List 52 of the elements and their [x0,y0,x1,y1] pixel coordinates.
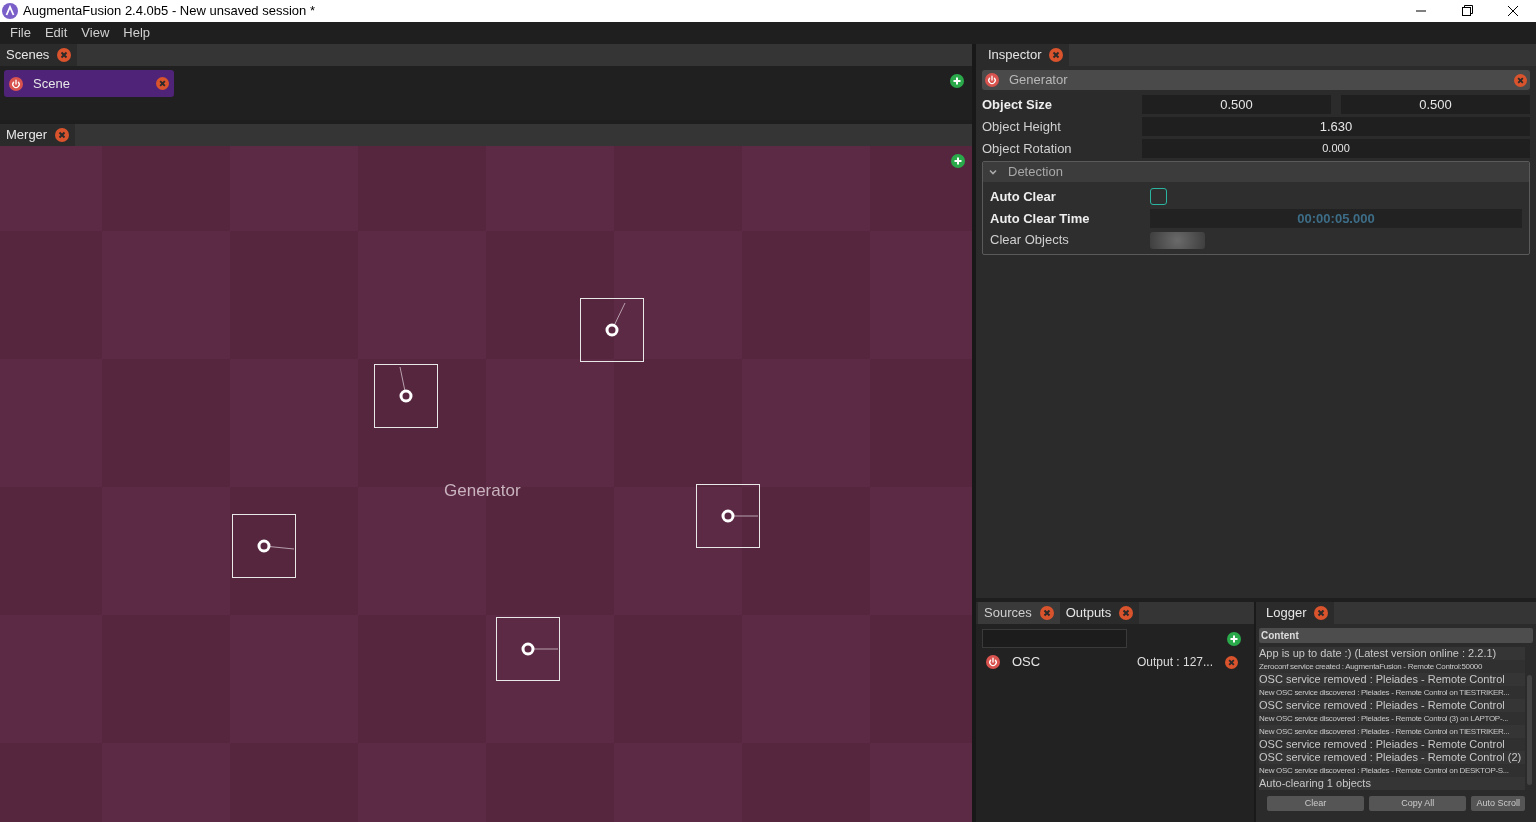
panel-tab[interactable]: Scenes [0,44,78,66]
close-icon[interactable] [1119,606,1134,620]
property-label: Auto Clear [990,187,1057,206]
group-header[interactable]: Detection [983,162,1529,182]
close-icon[interactable] [156,77,169,90]
add-icon[interactable] [1227,631,1241,646]
tracked-object-drawing [580,298,644,362]
tracked-object-drawing [496,617,560,681]
close-icon[interactable] [55,128,70,142]
tracked-object-drawing [374,364,438,428]
search-field[interactable] [982,629,1127,648]
property-label: Clear Objects [990,231,1070,250]
menu-item[interactable]: View [74,23,117,43]
checkbox[interactable] [1150,188,1167,205]
logger-button[interactable]: Copy All [1369,796,1467,811]
scene-item[interactable]: Scene [4,70,174,97]
number-field[interactable]: 1.630 [1142,117,1530,136]
add-icon[interactable] [950,74,964,88]
close-icon[interactable] [1049,48,1064,62]
power-icon[interactable] [985,73,999,87]
power-icon[interactable] [986,655,1000,669]
close-icon[interactable] [1039,606,1054,620]
menu-item[interactable]: Help [116,23,158,43]
close-icon[interactable] [57,48,72,62]
column-header: Content [1259,628,1533,643]
property-label: Object Rotation [982,139,1073,158]
property-label: Object Size [982,95,1054,114]
power-icon[interactable] [9,76,23,91]
chevron-icon[interactable] [988,167,998,177]
menu-item[interactable]: File [3,23,38,43]
close-icon[interactable] [1314,606,1329,620]
property-label: Auto Clear Time [990,209,1091,228]
number-field[interactable]: 0.000 [1142,139,1530,158]
node-label: Generator [444,480,521,502]
generator-title: Generator [1009,71,1069,90]
number-field[interactable]: 0.500 [1341,95,1530,114]
close-icon[interactable] [1514,73,1527,87]
logger-button[interactable]: Auto Scroll [1471,796,1525,811]
add-icon[interactable] [951,154,965,168]
logger-button[interactable]: Clear [1267,796,1365,811]
property-label: Object Height [982,117,1062,136]
trigger-button[interactable] [1150,231,1205,249]
window-title: AugmentaFusion 2.4.0b5 - New unsaved session * [23,2,315,21]
panel-tab[interactable]: Merger [0,124,76,146]
tracked-object-drawing [232,514,296,578]
output-name: OSC [1012,653,1042,672]
tracked-object-drawing [696,484,760,548]
close-icon[interactable] [1225,655,1238,669]
panel-tab[interactable]: Sources [978,602,1060,624]
menu-item[interactable]: Edit [37,23,75,43]
output-detail: Output : 127... [1136,654,1213,671]
number-field[interactable]: 0.500 [1142,95,1331,114]
